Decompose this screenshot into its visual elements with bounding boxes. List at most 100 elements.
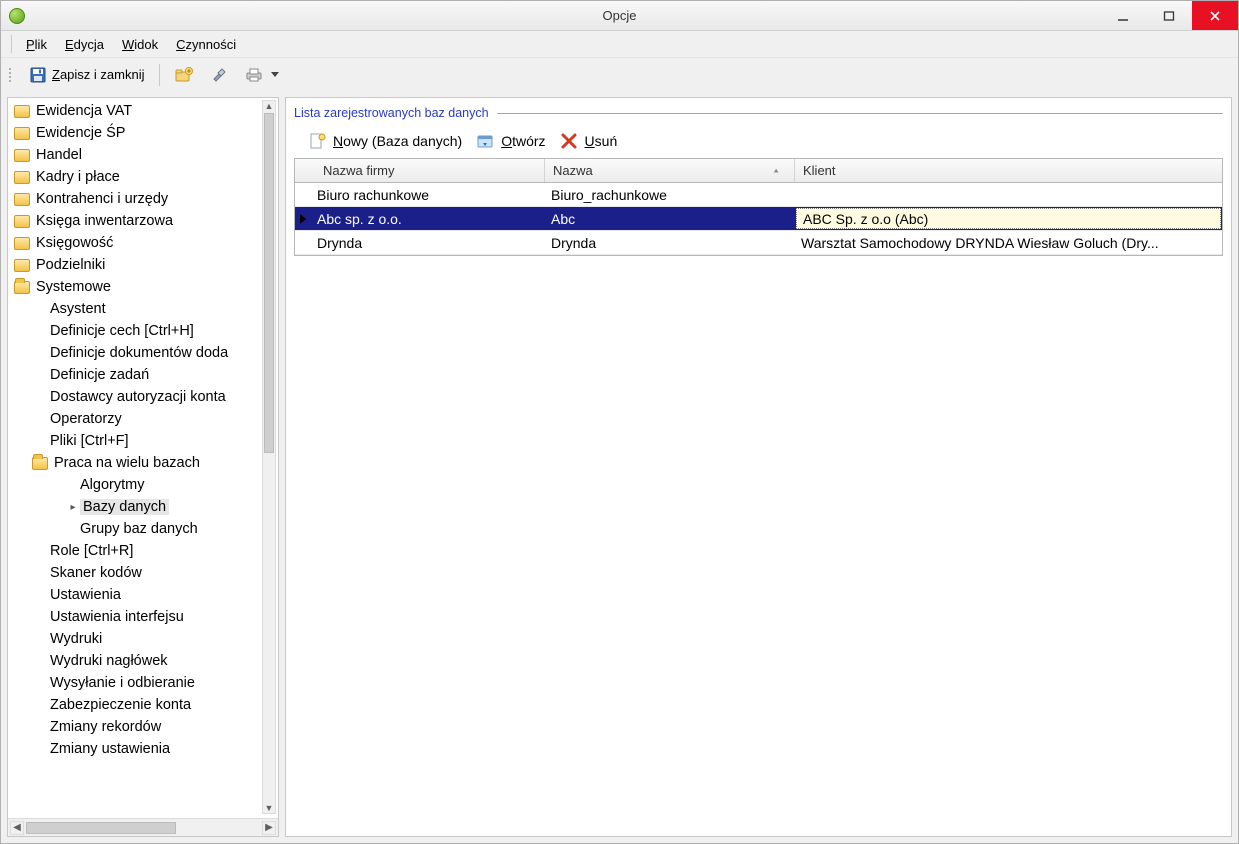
chevron-down-icon <box>271 72 279 77</box>
open-button[interactable]: Otwórz <box>476 132 545 150</box>
tree-item[interactable]: Wydruki <box>10 628 262 650</box>
folder-icon <box>14 149 30 162</box>
tree-item-label: Definicje cech [Ctrl+H] <box>50 323 194 339</box>
tree-item-label: Definicje dokumentów doda <box>50 345 228 361</box>
group-divider <box>497 113 1223 114</box>
tree-item[interactable]: Ewidencje ŚP <box>10 122 262 144</box>
tree-item-label: Systemowe <box>36 279 111 295</box>
tree-item[interactable]: Skaner kodów <box>10 562 262 584</box>
table-row[interactable]: Abc sp. z o.o.AbcABC Sp. z o.o (Abc) <box>295 207 1222 231</box>
cell-klient: ABC Sp. z o.o (Abc) <box>796 208 1221 229</box>
pointer-icon: ▸ <box>68 502 78 513</box>
delete-button[interactable]: Usuń <box>560 132 618 150</box>
tree-item[interactable]: Kadry i płace <box>10 166 262 188</box>
cell-klient <box>795 183 1222 206</box>
tree-item[interactable]: Ewidencja VAT <box>10 100 262 122</box>
tree-item-label: Wydruki <box>50 631 102 647</box>
close-icon <box>1209 10 1221 22</box>
tree-item[interactable]: Grupy baz danych <box>10 518 262 540</box>
column-header-nazwa-firmy[interactable]: Nazwa firmy <box>295 159 545 182</box>
print-button[interactable] <box>238 62 286 88</box>
title-bar: Opcje <box>1 1 1238 31</box>
tree-item[interactable]: Asystent <box>10 298 262 320</box>
folder-icon <box>14 105 30 118</box>
window-buttons <box>1100 1 1238 30</box>
tree-item[interactable]: Role [Ctrl+R] <box>10 540 262 562</box>
scroll-up-arrow[interactable]: ▲ <box>264 101 274 111</box>
tree-item[interactable]: Kontrahenci i urzędy <box>10 188 262 210</box>
delete-icon <box>560 132 578 150</box>
tree-item[interactable]: Zmiany ustawienia <box>10 738 262 760</box>
save-icon <box>30 67 46 83</box>
tree-item[interactable]: Podzielniki <box>10 254 262 276</box>
new-folder-button[interactable] <box>168 62 200 88</box>
row-marker <box>295 183 311 206</box>
toolbar-separator <box>159 64 160 86</box>
tree-item[interactable]: Ustawienia <box>10 584 262 606</box>
tree-item-label: Zmiany ustawienia <box>50 741 170 757</box>
detail-panel: Lista zarejestrowanych baz danych Nowy (… <box>285 97 1232 837</box>
cell-klient: Warsztat Samochodowy DRYNDA Wiesław Golu… <box>795 231 1222 254</box>
scroll-right-arrow[interactable]: ▶ <box>262 821 276 835</box>
tree-item[interactable]: Definicje cech [Ctrl+H] <box>10 320 262 342</box>
tree-item[interactable]: Definicje zadań <box>10 364 262 386</box>
tree-item-label: Ewidencja VAT <box>36 103 132 119</box>
tree-item[interactable]: Definicje dokumentów doda <box>10 342 262 364</box>
tree-item-label: Algorytmy <box>80 477 144 493</box>
tree-item-label: Zmiany rekordów <box>50 719 161 735</box>
close-button[interactable] <box>1192 1 1238 30</box>
vertical-scrollbar[interactable]: ▲ ▼ <box>262 100 276 814</box>
tree-item[interactable]: Operatorzy <box>10 408 262 430</box>
cell-nazwa-firmy: Drynda <box>311 231 545 254</box>
tree-item[interactable]: Zmiany rekordów <box>10 716 262 738</box>
cell-nazwa: Drynda <box>545 231 795 254</box>
tree-item[interactable]: Zabezpieczenie konta <box>10 694 262 716</box>
tree-item[interactable]: Systemowe <box>10 276 262 298</box>
new-button[interactable]: Nowy (Baza danych) <box>308 132 462 150</box>
minimize-button[interactable] <box>1100 1 1146 30</box>
tree-item-label: Ustawienia interfejsu <box>50 609 184 625</box>
tree-item[interactable]: Księga inwentarzowa <box>10 210 262 232</box>
folder-open-icon <box>32 457 48 470</box>
folder-icon <box>14 127 30 140</box>
tree-item[interactable]: Księgowość <box>10 232 262 254</box>
tree-item[interactable]: Pliki [Ctrl+F] <box>10 430 262 452</box>
hscroll-thumb[interactable] <box>26 822 176 834</box>
tree-item-label: Handel <box>36 147 82 163</box>
tree-item[interactable]: Dostawcy autoryzacji konta <box>10 386 262 408</box>
tree-item[interactable]: Handel <box>10 144 262 166</box>
column-header-nazwa[interactable]: Nazwa <box>545 159 795 182</box>
column-header-klient[interactable]: Klient <box>795 159 1202 182</box>
table-row[interactable]: DryndaDryndaWarsztat Samochodowy DRYNDA … <box>295 231 1222 255</box>
scroll-left-arrow[interactable]: ◀ <box>10 821 24 835</box>
tree-item-label: Dostawcy autoryzacji konta <box>50 389 226 405</box>
scroll-thumb[interactable] <box>264 113 274 453</box>
tree-item[interactable]: ▸Bazy danych <box>10 496 262 518</box>
tree-item[interactable]: Praca na wielu bazach <box>10 452 262 474</box>
tools-button[interactable] <box>204 62 234 88</box>
menu-widok[interactable]: Widok <box>114 35 166 54</box>
maximize-icon <box>1163 10 1175 22</box>
column-header-tail <box>1202 159 1222 182</box>
tree-item[interactable]: Wydruki nagłówek <box>10 650 262 672</box>
toolbar: Zapisz i zamknij <box>1 57 1238 91</box>
scroll-down-arrow[interactable]: ▼ <box>264 803 274 813</box>
cell-nazwa-firmy: Biuro rachunkowe <box>311 183 545 206</box>
grid-body: Biuro rachunkoweBiuro_rachunkoweAbc sp. … <box>295 183 1222 255</box>
category-tree[interactable]: Ewidencja VAT Ewidencje ŚP Handel Kadry i p… <box>8 98 262 818</box>
tree-item[interactable]: Algorytmy <box>10 474 262 496</box>
menu-edycja[interactable]: Edycja <box>57 35 112 54</box>
tree-item[interactable]: Ustawienia interfejsu <box>10 606 262 628</box>
tree-item[interactable]: Wysyłanie i odbieranie <box>10 672 262 694</box>
menu-czynnosci[interactable]: Czynności <box>168 35 244 54</box>
menubar-grip <box>11 35 12 53</box>
cell-nazwa-firmy: Abc sp. z o.o. <box>311 207 545 230</box>
table-row[interactable]: Biuro rachunkoweBiuro_rachunkowe <box>295 183 1222 207</box>
horizontal-scrollbar[interactable]: ◀ ▶ <box>8 818 278 836</box>
folder-icon <box>14 215 30 228</box>
save-and-close-button[interactable]: Zapisz i zamknij <box>23 62 151 88</box>
menu-plik[interactable]: Plik <box>18 35 55 54</box>
tree-item-label: Definicje zadań <box>50 367 149 383</box>
tree-item-label: Zabezpieczenie konta <box>50 697 191 713</box>
maximize-button[interactable] <box>1146 1 1192 30</box>
